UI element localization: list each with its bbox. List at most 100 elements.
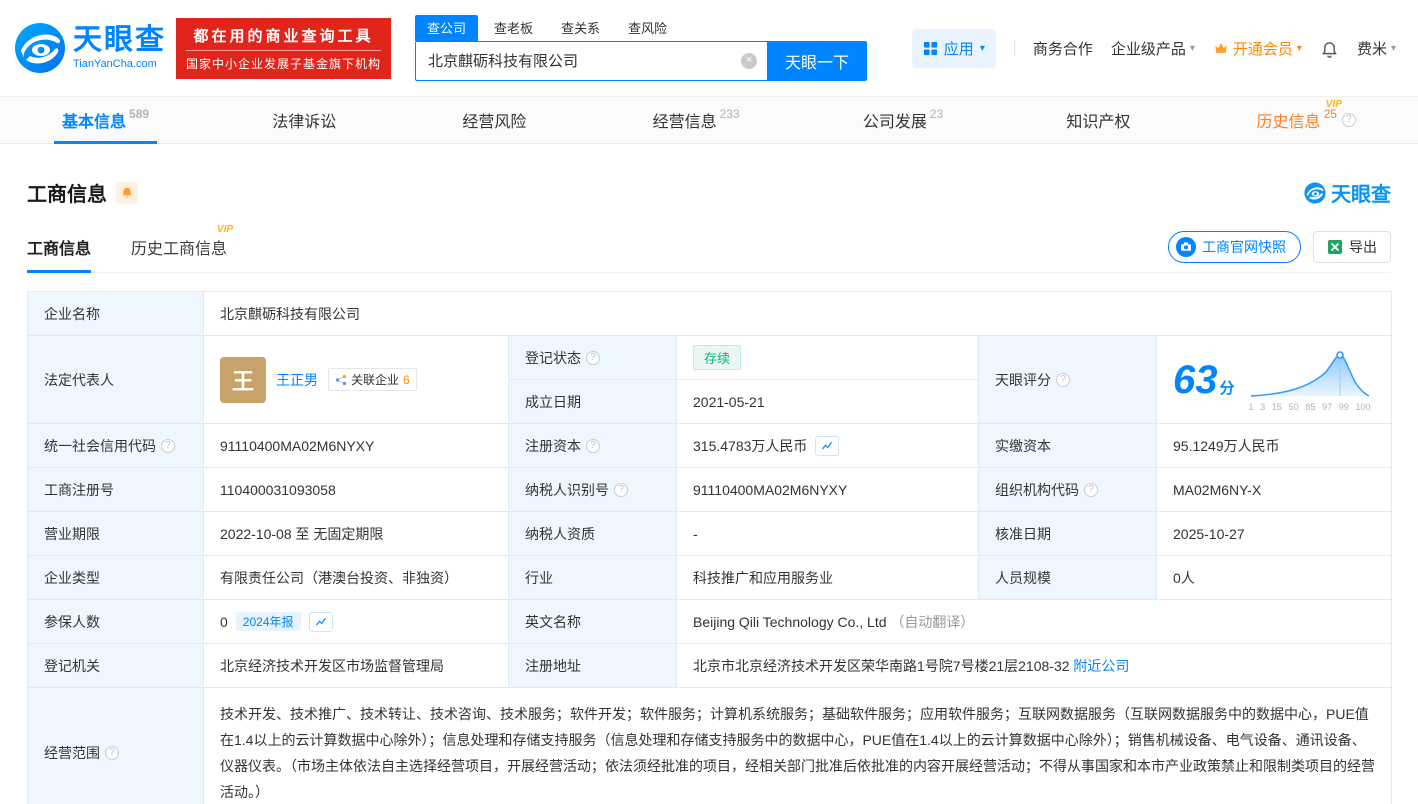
table-row: 经营范围? 技术开发、技术推广、技术转让、技术咨询、技术服务；软件开发；软件服务… [27, 687, 1393, 804]
promo-banner: 都在用的商业查询工具 国家中小企业发展子基金旗下机构 [176, 17, 392, 79]
table-row: 参保人数 0 2024年报 英文名称 Beijing Qili Technolo… [27, 599, 1393, 644]
help-icon[interactable]: ? [1341, 113, 1356, 127]
help-icon[interactable]: ? [586, 350, 600, 365]
subtab-row: 工商信息 VIP 历史工商信息 工商官网快照 导出 [27, 224, 1391, 273]
help-icon[interactable]: ? [161, 438, 175, 453]
notification-bell-icon[interactable] [1320, 39, 1339, 58]
score-curve-chart [1250, 350, 1369, 397]
clear-icon[interactable]: × [741, 52, 758, 69]
search-tab-risk[interactable]: 查风险 [616, 15, 679, 41]
score-cell: 63 分 1 3 15 50 85 97 99 100 [1155, 335, 1393, 424]
help-icon[interactable]: ? [614, 482, 628, 497]
legal-rep-avatar[interactable]: 王 [220, 356, 266, 403]
excel-icon [1328, 240, 1342, 254]
taxpayer-quality-value: - [676, 511, 979, 556]
header: 天眼查 TianYanCha.com 都在用的商业查询工具 国家中小企业发展子基… [0, 0, 1418, 96]
watermark-label: 天眼查 [1331, 184, 1391, 206]
search-input-wrap: × [415, 40, 768, 81]
help-icon[interactable]: ? [105, 746, 119, 760]
subtab-label: 工商信息 [27, 241, 92, 258]
tianyancha-logo-icon [15, 23, 65, 73]
credit-code-label: 统一社会信用代码 [44, 437, 156, 454]
tab-count: 23 [929, 107, 944, 121]
tab-label: 历史信息 [1256, 114, 1321, 131]
table-row: 企业名称 北京麒砺科技有限公司 [27, 291, 1393, 336]
tab-basic-info[interactable]: 基本信息 589 [50, 97, 161, 144]
auto-translate-note: （自动翻译） [890, 613, 975, 630]
cooperation-label: 商务合作 [1032, 40, 1093, 58]
snapshot-label: 工商官网快照 [1202, 239, 1286, 255]
related-companies-count: 6 [403, 372, 410, 387]
credit-code-label-cell: 统一社会信用代码? [27, 423, 204, 468]
search-tab-company[interactable]: 查公司 [415, 14, 479, 41]
reg-authority-label: 登记机关 [27, 643, 204, 688]
vip-badge: VIP [216, 224, 234, 235]
nearby-companies-link[interactable]: 附近公司 [1073, 658, 1129, 674]
help-icon[interactable]: ? [1056, 372, 1070, 387]
annual-report-tag[interactable]: 2024年报 [235, 612, 301, 631]
search-row: × 天眼一下 [415, 40, 868, 81]
business-term-label: 营业期限 [27, 511, 204, 556]
tab-legal-proceedings[interactable]: 法律诉讼 [260, 97, 351, 143]
industry-value: 科技推广和应用服务业 [676, 555, 979, 600]
related-companies-label: 关联企业 [351, 373, 400, 387]
subtab-business-info[interactable]: 工商信息 [27, 235, 92, 273]
reg-status-value-cell: 存续 [676, 335, 979, 380]
english-name-value: Beijing Qili Technology Co., Ltd [693, 613, 887, 630]
org-code-value: MA02M6NY-X [1155, 467, 1393, 512]
score-chart: 1 3 15 50 85 97 99 100 [1249, 348, 1371, 412]
official-snapshot-button[interactable]: 工商官网快照 [1168, 231, 1301, 263]
search-tab-boss[interactable]: 查老板 [482, 15, 545, 41]
search-tabs: 查公司 查老板 查关系 查风险 [415, 14, 867, 41]
insured-trend-icon[interactable] [308, 611, 333, 632]
related-companies-tag[interactable]: 关联企业 6 [328, 368, 417, 391]
tab-company-development[interactable]: 公司发展 23 [851, 97, 955, 143]
tab-history-info[interactable]: VIP 历史信息 25 ? [1245, 97, 1368, 143]
taxpayer-quality-label: 纳税人资质 [508, 511, 677, 556]
header-menu: 应用 ▾ 商务合作 企业级产品 ▾ 开通会员 ▾ 费米 ▾ [911, 28, 1396, 68]
monitor-bell-icon[interactable] [116, 181, 138, 204]
reg-status-label: 登记状态 [525, 349, 581, 366]
reg-capital-value-cell: 315.4783万人民币 [676, 423, 979, 468]
tianyancha-logo[interactable]: 天眼查 TianYanCha.com [14, 22, 166, 74]
tab-operation-info[interactable]: 经营信息 233 [641, 97, 752, 143]
org-code-label-cell: 组织机构代码? [978, 467, 1157, 512]
tick: 85 [1305, 401, 1316, 412]
table-row: 登记机关 北京经济技术开发区市场监督管理局 注册地址 北京市北京经济技术开发区荣… [27, 643, 1393, 688]
table-row: 企业类型 有限责任公司（港澳台投资、非独资） 行业 科技推广和应用服务业 人员规… [27, 555, 1393, 600]
menu-item-vip[interactable]: 开通会员 ▾ [1213, 38, 1302, 59]
tab-count: 589 [129, 107, 150, 121]
search-tab-relation[interactable]: 查关系 [549, 15, 612, 41]
search-button[interactable]: 天眼一下 [767, 40, 868, 81]
score-label-cell: 天眼评分? [978, 335, 1157, 424]
chevron-down-icon: ▾ [1390, 42, 1396, 54]
capital-trend-icon[interactable] [815, 435, 840, 456]
search-input[interactable] [415, 40, 768, 81]
org-code-label: 组织机构代码 [995, 481, 1079, 498]
reg-capital-label: 注册资本 [525, 437, 581, 454]
menu-item-enterprise[interactable]: 企业级产品 ▾ [1111, 38, 1195, 59]
establish-date-value: 2021-05-21 [676, 379, 979, 424]
tab-count: 25 [1323, 107, 1337, 121]
tab-intellectual-property[interactable]: 知识产权 [1054, 97, 1145, 143]
taxpayer-id-value: 91110400MA02M6NYXY [676, 467, 979, 512]
company-name-label: 企业名称 [27, 291, 204, 336]
reg-authority-value: 北京经济技术开发区市场监督管理局 [203, 643, 509, 688]
table-row: 工商注册号 110400031093058 纳税人识别号? 91110400MA… [27, 467, 1393, 512]
user-menu[interactable]: 费米 ▾ [1357, 38, 1396, 59]
export-button[interactable]: 导出 [1313, 231, 1391, 263]
business-scope-value: 技术开发、技术推广、技术转让、技术咨询、技术服务；软件开发；软件服务；计算机系统… [202, 687, 1393, 804]
taxpayer-id-label-cell: 纳税人识别号? [508, 467, 677, 512]
tab-label: 法律诉讼 [272, 114, 337, 131]
apps-button[interactable]: 应用 ▾ [911, 28, 996, 68]
subtab-history-business-info[interactable]: VIP 历史工商信息 [131, 224, 233, 272]
business-term-value: 2022-10-08 至 无固定期限 [203, 511, 509, 556]
tab-operation-risk[interactable]: 经营风险 [450, 97, 541, 143]
legal-rep-name-link[interactable]: 王正男 [276, 370, 318, 390]
help-icon[interactable]: ? [1084, 482, 1098, 497]
tab-label: 公司发展 [862, 114, 927, 131]
legal-rep-label: 法定代表人 [27, 335, 204, 424]
tab-label: 基本信息 [62, 114, 127, 131]
help-icon[interactable]: ? [586, 438, 600, 453]
menu-item-cooperation[interactable]: 商务合作 [1033, 38, 1093, 59]
